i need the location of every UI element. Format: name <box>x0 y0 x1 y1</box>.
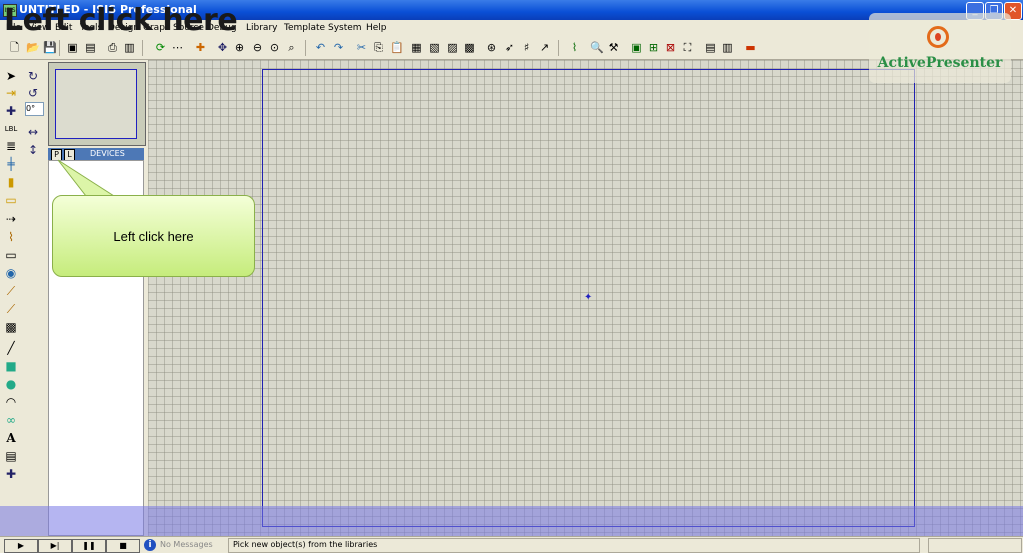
tape-recorder-icon[interactable]: ▭ <box>3 247 19 263</box>
2d-path-icon[interactable]: ∞ <box>3 412 19 428</box>
grid-icon[interactable]: ⋯ <box>171 41 184 54</box>
paste-icon[interactable]: 📋 <box>390 41 404 54</box>
current-probe-icon[interactable]: ⟋ <box>3 301 19 317</box>
mirror-vertical-icon[interactable]: ↕ <box>25 142 41 158</box>
remove-sheet-icon[interactable]: ⊠ <box>664 41 677 54</box>
pan-icon[interactable]: ✥ <box>216 41 229 54</box>
instruction-caption: Left click here <box>4 3 238 38</box>
callout-pointer <box>57 159 116 197</box>
junction-dot-icon[interactable]: ✚ <box>3 103 19 119</box>
overlay-band <box>0 506 1023 536</box>
print-area-icon[interactable]: ▥ <box>123 41 136 54</box>
print-icon[interactable]: ⎙ <box>106 41 119 54</box>
play-button[interactable]: ▶ <box>4 539 38 553</box>
menu-template[interactable]: Template <box>284 23 325 33</box>
generator-icon[interactable]: ◉ <box>3 265 19 281</box>
add-sheet-icon[interactable]: ⊞ <box>647 41 660 54</box>
export-icon[interactable]: ▤ <box>84 41 97 54</box>
electrical-rule-check-icon[interactable]: ▥ <box>721 41 734 54</box>
block-move-icon[interactable]: ▧ <box>428 41 441 54</box>
refresh-icon[interactable]: ⟳ <box>154 41 167 54</box>
zoom-in-icon[interactable]: ⊕ <box>233 41 246 54</box>
subcircuit-icon[interactable]: ▮ <box>3 174 19 190</box>
netlist-to-ares-icon[interactable]: ▬ <box>744 41 757 54</box>
status-hint: Pick new object(s) from the libraries <box>233 540 378 549</box>
buses-icon[interactable]: ╪ <box>3 156 19 172</box>
origin-icon[interactable]: ✚ <box>194 41 207 54</box>
toolbar-separator <box>59 40 60 56</box>
make-device-icon[interactable]: ➶ <box>503 41 516 54</box>
import-icon[interactable]: ▣ <box>66 41 79 54</box>
decompose-icon[interactable]: ↗ <box>538 41 551 54</box>
device-pins-icon[interactable]: ⇢ <box>3 211 19 227</box>
virtual-instruments-icon[interactable]: ▩ <box>3 319 19 335</box>
coordinate-pane <box>928 538 1022 553</box>
wire-autorouter-icon[interactable]: ⌇ <box>568 41 581 54</box>
logo-text: ActivePresenter <box>877 55 1003 71</box>
search-icon[interactable]: 🔍 <box>590 41 604 54</box>
rotate-anticlockwise-icon[interactable]: ↺ <box>25 85 41 101</box>
editing-canvas[interactable]: ✦ <box>148 60 1023 536</box>
rotate-clockwise-icon[interactable]: ↻ <box>25 68 41 84</box>
2d-symbol-icon[interactable]: ▤ <box>3 448 19 464</box>
wire-label-icon[interactable]: LBL <box>3 121 19 137</box>
step-button[interactable]: ▶| <box>38 539 72 553</box>
activepresenter-logo-icon <box>927 26 949 48</box>
copy-icon[interactable]: ⎘ <box>372 41 385 54</box>
block-rotate-icon[interactable]: ▨ <box>446 41 459 54</box>
mirror-horizontal-icon[interactable]: ↔ <box>25 124 41 140</box>
rotation-angle-field[interactable]: 0° <box>25 102 44 116</box>
block-copy-icon[interactable]: ▦ <box>410 41 423 54</box>
save-icon[interactable]: 💾 <box>43 41 57 54</box>
activepresenter-logo: ActivePresenter <box>869 13 1011 83</box>
overview-sheet <box>55 69 137 139</box>
2d-arc-icon[interactable]: ◠ <box>3 394 19 410</box>
selector-title: DEVICES <box>90 149 125 158</box>
pause-button[interactable]: ❚❚ <box>72 539 106 553</box>
toolbar-separator <box>558 40 559 56</box>
callout-text: Left click here <box>113 229 194 244</box>
exit-parent-icon[interactable]: ⛶ <box>681 41 694 54</box>
stop-button[interactable]: ■ <box>106 539 140 553</box>
zoom-area-icon[interactable]: ⌕ <box>285 41 298 54</box>
graph-icon[interactable]: ⌇ <box>3 229 19 245</box>
new-sheet-icon[interactable]: ▣ <box>630 41 643 54</box>
origin-marker-icon: ✦ <box>584 292 593 303</box>
menu-help[interactable]: Help <box>366 23 387 33</box>
new-file-icon[interactable]: 🗋 <box>8 41 21 54</box>
callout-bubble: Left click here <box>52 195 255 277</box>
status-bar: ▶ ▶| ❚❚ ■ i No Messages Pick new object(… <box>0 536 1023 553</box>
bill-of-materials-icon[interactable]: ▤ <box>704 41 717 54</box>
2d-line-icon[interactable]: ╱ <box>3 340 19 356</box>
pick-device-icon[interactable]: ⊛ <box>485 41 498 54</box>
component-mode-icon[interactable]: ⇥ <box>3 85 19 101</box>
2d-text-icon[interactable]: A <box>3 430 19 446</box>
messages-status[interactable]: No Messages <box>160 540 213 549</box>
selection-mode-icon[interactable]: ➤ <box>3 68 19 84</box>
undo-icon[interactable]: ↶ <box>314 41 327 54</box>
text-script-icon[interactable]: ≣ <box>3 138 19 154</box>
voltage-probe-icon[interactable]: ⟋ <box>3 283 19 299</box>
zoom-all-icon[interactable]: ⊙ <box>268 41 281 54</box>
2d-circle-icon[interactable]: ● <box>3 376 19 392</box>
zoom-out-icon[interactable]: ⊖ <box>251 41 264 54</box>
2d-box-icon[interactable]: ■ <box>3 358 19 374</box>
open-folder-icon[interactable]: 📂 <box>26 41 40 54</box>
cut-icon[interactable]: ✂ <box>355 41 368 54</box>
property-tool-icon[interactable]: ⚒ <box>607 41 620 54</box>
redo-icon[interactable]: ↷ <box>332 41 345 54</box>
mode-toolbar: ➤ ⇥ ✚ LBL ≣ ╪ ▮ ▭ ⇢ ⌇ ▭ ◉ ⟋ ⟋ ▩ ╱ ■ ● ◠ … <box>0 60 46 536</box>
info-icon: i <box>144 539 156 551</box>
terminals-icon[interactable]: ▭ <box>3 192 19 208</box>
menu-library[interactable]: Library <box>246 23 277 33</box>
menu-system[interactable]: System <box>328 23 362 33</box>
toolbar-separator <box>305 40 306 56</box>
overview-window[interactable] <box>48 62 146 146</box>
2d-markers-icon[interactable]: ✚ <box>3 466 19 482</box>
packaging-tool-icon[interactable]: ♯ <box>520 41 533 54</box>
block-delete-icon[interactable]: ▩ <box>463 41 476 54</box>
toolbar-separator <box>142 40 143 56</box>
